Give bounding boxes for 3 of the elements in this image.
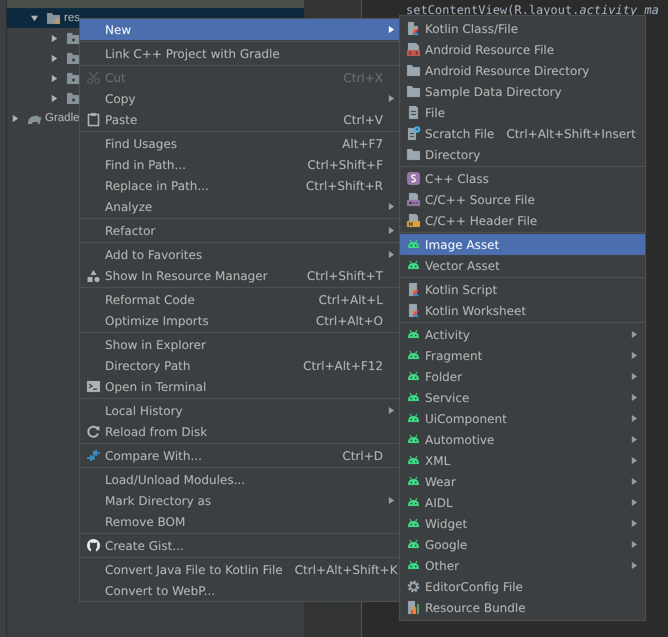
tree-label: Gradle <box>45 112 80 124</box>
code-line: setContentView(R.layout.activity_ma <box>406 3 660 17</box>
tree-label: res <box>64 12 80 24</box>
